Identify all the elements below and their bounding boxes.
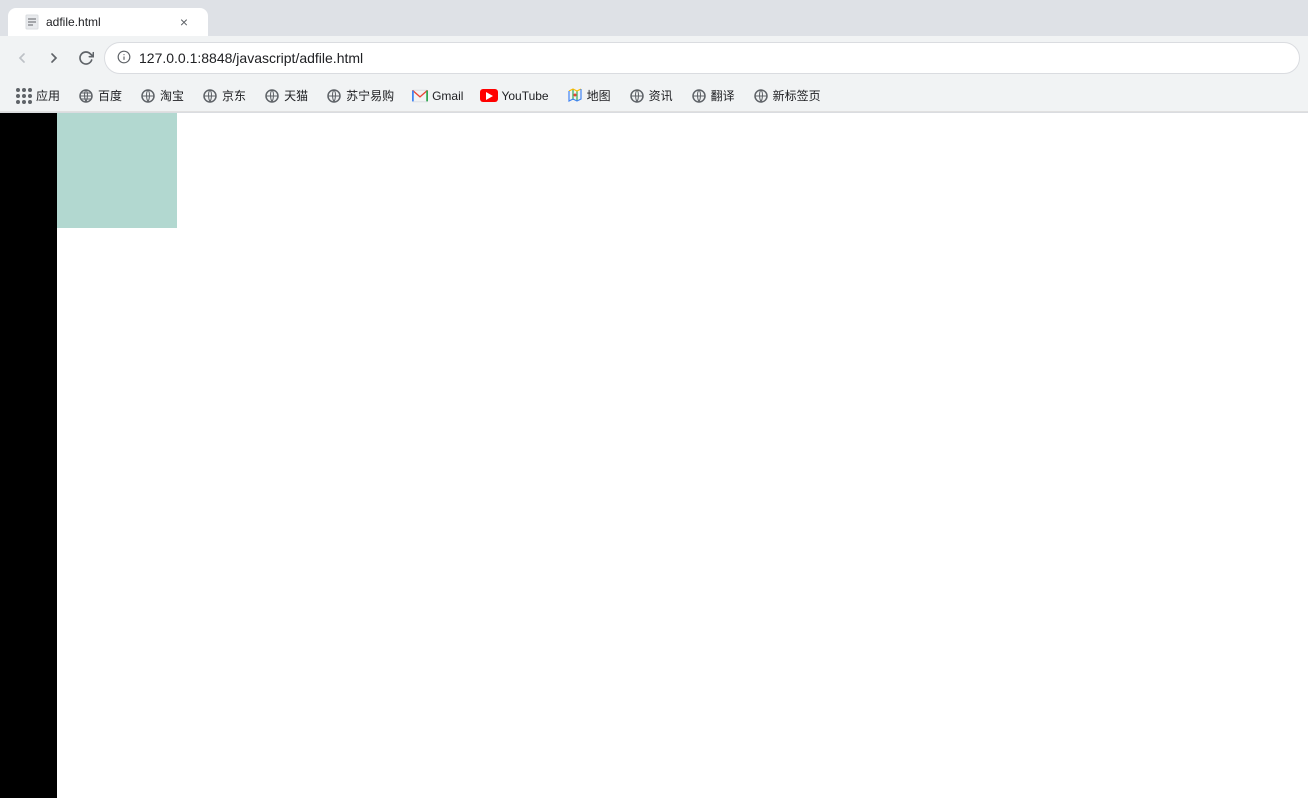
- youtube-icon: [481, 88, 497, 104]
- bookmark-maps[interactable]: 地图: [559, 83, 619, 108]
- bookmark-tianmao[interactable]: 天猫: [256, 83, 316, 108]
- bookmark-jd-label: 京东: [222, 87, 246, 104]
- browser-window: adfile.html ×: [0, 0, 1308, 798]
- baidu-icon: [78, 88, 94, 104]
- bookmark-jd[interactable]: 京东: [194, 83, 254, 108]
- news-icon: [629, 88, 645, 104]
- bookmark-youtube[interactable]: YouTube: [473, 84, 556, 108]
- translate-icon: [691, 88, 707, 104]
- bookmark-apps[interactable]: 应用: [8, 83, 68, 108]
- tianmao-icon: [264, 88, 280, 104]
- tab-bar: adfile.html ×: [0, 0, 1308, 36]
- address-bar[interactable]: 127.0.0.1:8848/javascript/adfile.html: [104, 42, 1300, 74]
- apps-icon: [16, 88, 32, 104]
- newtab-icon: [753, 88, 769, 104]
- bookmark-suning-label: 苏宁易购: [346, 87, 394, 104]
- bookmark-apps-label: 应用: [36, 87, 60, 104]
- forward-button[interactable]: [40, 44, 68, 72]
- left-sidebar: [0, 113, 57, 798]
- bookmark-gmail-label: Gmail: [432, 89, 463, 103]
- gmail-icon: [412, 88, 428, 104]
- bookmark-news[interactable]: 资讯: [621, 83, 681, 108]
- tab-favicon: [24, 14, 40, 30]
- bookmark-news-label: 资讯: [649, 87, 673, 104]
- bookmark-youtube-label: YouTube: [501, 89, 548, 103]
- reload-button[interactable]: [72, 44, 100, 72]
- browser-chrome: adfile.html ×: [0, 0, 1308, 113]
- nav-bar: 127.0.0.1:8848/javascript/adfile.html: [0, 36, 1308, 80]
- bookmarks-bar: 应用 百度 淘宝: [0, 80, 1308, 112]
- bookmark-newtab-label: 新标签页: [773, 87, 821, 104]
- tab-title: adfile.html: [46, 15, 170, 29]
- tab-close-button[interactable]: ×: [176, 14, 192, 30]
- bookmark-translate[interactable]: 翻译: [683, 83, 743, 108]
- bookmark-translate-label: 翻译: [711, 87, 735, 104]
- maps-icon: [567, 88, 583, 104]
- bookmark-maps-label: 地图: [587, 87, 611, 104]
- bookmark-newtab[interactable]: 新标签页: [745, 83, 829, 108]
- content-box: [57, 113, 177, 228]
- bookmark-baidu-label: 百度: [98, 87, 122, 104]
- suning-icon: [326, 88, 342, 104]
- taobao-icon: [140, 88, 156, 104]
- bookmark-gmail[interactable]: Gmail: [404, 84, 471, 108]
- active-tab[interactable]: adfile.html ×: [8, 8, 208, 36]
- jd-icon: [202, 88, 218, 104]
- info-icon: [117, 50, 131, 67]
- bookmark-taobao-label: 淘宝: [160, 87, 184, 104]
- bookmark-tianmao-label: 天猫: [284, 87, 308, 104]
- bookmark-taobao[interactable]: 淘宝: [132, 83, 192, 108]
- back-button[interactable]: [8, 44, 36, 72]
- page-content: [0, 113, 1308, 798]
- bookmark-suning[interactable]: 苏宁易购: [318, 83, 402, 108]
- address-text: 127.0.0.1:8848/javascript/adfile.html: [139, 50, 1287, 66]
- bookmark-baidu[interactable]: 百度: [70, 83, 130, 108]
